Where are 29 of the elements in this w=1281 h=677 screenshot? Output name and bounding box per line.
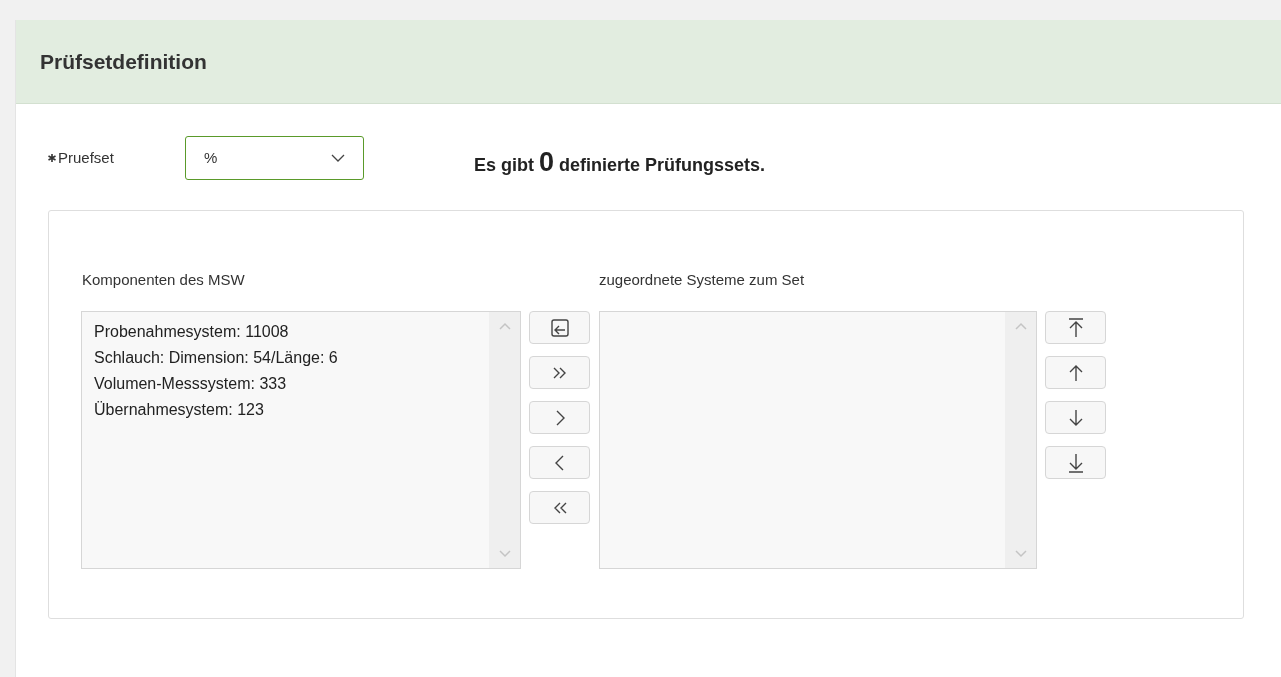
- down-button[interactable]: [1045, 401, 1106, 434]
- top-button[interactable]: [1045, 311, 1106, 344]
- list-item[interactable]: Probenahmesystem: 11008: [94, 319, 289, 345]
- list-label: Komponenten des MSW: [81, 271, 245, 288]
- chevron-down-icon: [331, 154, 345, 162]
- summary-text: Es gibt 0 definierte Prüfungssets.: [474, 145, 766, 179]
- scrollbar[interactable]: [1005, 312, 1036, 568]
- list-item[interactable]: Schlauch: Dimension: 54/Länge: 6: [94, 345, 338, 371]
- list-label: zugeordnete Systeme zum Set: [599, 271, 805, 288]
- reset-button[interactable]: [529, 311, 590, 344]
- right-button[interactable]: [529, 401, 590, 434]
- list-item[interactable]: Übernahmesystem: 123: [94, 397, 264, 423]
- bottom-button[interactable]: [1045, 446, 1106, 479]
- panel-title: Prüfsetdefinition: [40, 48, 207, 75]
- reset-icon: [549, 317, 570, 338]
- scrollbar[interactable]: [489, 312, 520, 568]
- up-button[interactable]: [1045, 356, 1106, 389]
- all-left-button[interactable]: [529, 491, 590, 524]
- scroll-up-icon[interactable]: [498, 322, 511, 330]
- scroll-down-icon[interactable]: [1014, 550, 1027, 558]
- pruefset-select[interactable]: %: [185, 136, 364, 180]
- target-listbox[interactable]: [599, 311, 1037, 569]
- all-right-button[interactable]: [529, 356, 590, 389]
- field-label: Pruefset: [58, 147, 115, 168]
- left-button[interactable]: [529, 446, 590, 479]
- scroll-down-icon[interactable]: [498, 550, 511, 558]
- scroll-up-icon[interactable]: [1014, 322, 1027, 330]
- list-item[interactable]: Volumen-Messsystem: 333: [94, 371, 287, 397]
- source-listbox[interactable]: Probenahmesystem: 11008 Schlauch: Dimension: 54/Länge: 6 Volumen-Messsystem: 333 Übernahmesystem: 123: [81, 311, 521, 569]
